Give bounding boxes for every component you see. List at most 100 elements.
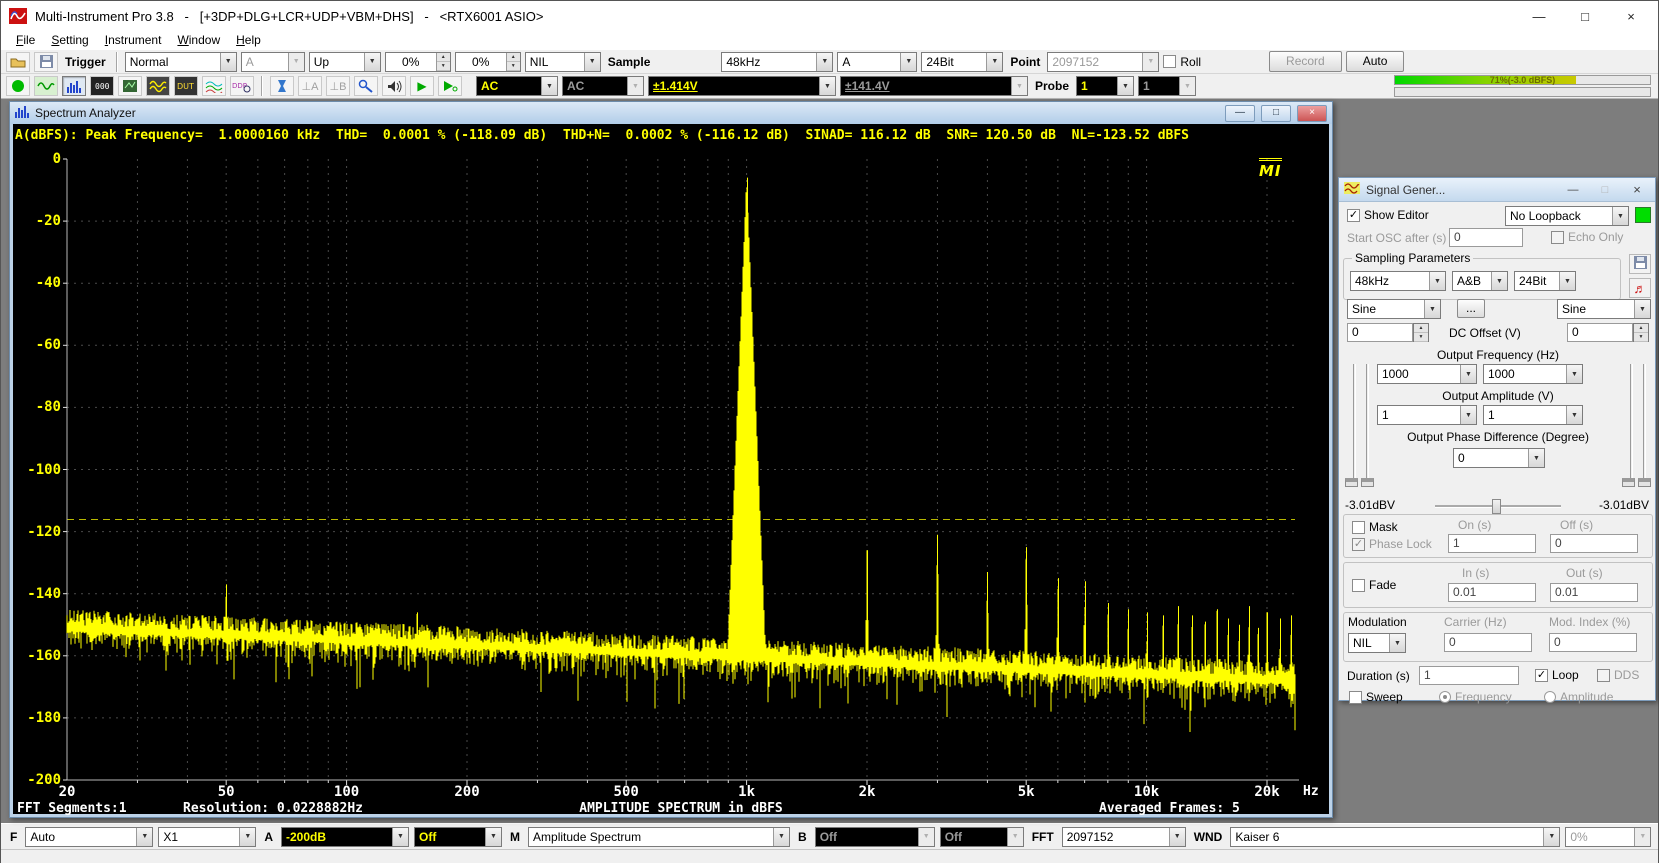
siggen-channels-select[interactable]: A&B▼ xyxy=(1452,271,1508,291)
spectrum-analyzer-icon[interactable] xyxy=(62,76,86,96)
start-osc-input[interactable]: 0 xyxy=(1449,228,1523,247)
dc-offset-a-spinner[interactable]: ▲▼ xyxy=(1413,323,1429,342)
roll-checkbox[interactable]: Roll xyxy=(1163,55,1201,69)
trigger-delay-spinner[interactable]: 0%▲▼ xyxy=(455,52,521,72)
auto-button[interactable]: Auto xyxy=(1346,51,1405,72)
slider-track[interactable] xyxy=(1643,364,1646,482)
b-mode-select[interactable]: Off▼ xyxy=(940,827,1024,847)
duration-input[interactable]: 1 xyxy=(1419,666,1519,685)
level-b-slider-handle[interactable] xyxy=(1638,478,1651,487)
menu-file[interactable]: File xyxy=(9,33,42,47)
spectrum-3d-icon[interactable] xyxy=(202,76,226,96)
sweep-frequency-radio[interactable]: Frequency xyxy=(1439,690,1512,704)
frequency-b-select[interactable]: 1000▼ xyxy=(1483,364,1583,384)
carrier-input[interactable]: 0 xyxy=(1444,633,1532,652)
waveform-icon[interactable] xyxy=(34,76,58,96)
mask-checkbox[interactable]: Mask xyxy=(1352,520,1398,534)
siggen-bits-select[interactable]: 24Bit▼ xyxy=(1514,271,1576,291)
trigger-source-select[interactable]: A▼ xyxy=(241,52,305,72)
coupling-a-select[interactable]: AC▼ xyxy=(476,76,558,96)
waveform-b-select[interactable]: Sine▼ xyxy=(1557,299,1651,319)
menu-setting[interactable]: Setting xyxy=(44,33,95,47)
level-b-slider-handle[interactable] xyxy=(1622,478,1635,487)
signal-generator-titlebar[interactable]: Signal Gener... — □ × xyxy=(1339,178,1655,202)
trigger-hpf-select[interactable]: NIL▼ xyxy=(525,52,601,72)
menu-window[interactable]: Window xyxy=(170,33,227,47)
loop-checkbox[interactable]: Loop xyxy=(1535,668,1579,682)
spectrum-maximize-button[interactable]: □ xyxy=(1261,105,1291,122)
waveform-a-select[interactable]: Sine▼ xyxy=(1347,299,1441,319)
siggen-close-button[interactable]: × xyxy=(1624,182,1650,197)
b-range-select[interactable]: Off▼ xyxy=(815,827,935,847)
menu-help[interactable]: Help xyxy=(229,33,268,47)
balance-slider-thumb[interactable] xyxy=(1492,499,1501,514)
sample-rate-select[interactable]: 48kHz▼ xyxy=(721,52,833,72)
reference-b-icon[interactable]: ⊥B xyxy=(326,76,350,96)
spectrum-plot[interactable]: MI Hz FFT Segments:1 Resolution: 0.02288… xyxy=(13,146,1329,816)
fft-size-select[interactable]: 2097152▼ xyxy=(1062,827,1186,847)
slider-track[interactable] xyxy=(1366,364,1369,482)
spectrum-minimize-button[interactable]: — xyxy=(1225,105,1255,122)
music-notes-icon[interactable]: ♬ xyxy=(1629,278,1651,298)
amplitude-a-select[interactable]: 1▼ xyxy=(1377,405,1477,425)
point-select[interactable]: 2097152▼ xyxy=(1047,52,1159,72)
record-button[interactable]: Record xyxy=(1269,51,1342,72)
run-single-icon[interactable] xyxy=(438,76,462,96)
save-wave-button[interactable] xyxy=(1629,254,1651,274)
maximize-button[interactable]: □ xyxy=(1566,9,1604,24)
save-icon[interactable] xyxy=(34,52,58,72)
sample-bits-select[interactable]: 24Bit▼ xyxy=(921,52,1003,72)
menu-instrument[interactable]: Instrument xyxy=(98,33,169,47)
sample-channel-select[interactable]: A▼ xyxy=(837,52,917,72)
close-button[interactable]: × xyxy=(1612,9,1650,24)
oscilloscope-icon[interactable] xyxy=(6,76,30,96)
show-editor-checkbox[interactable]: Show Editor xyxy=(1347,208,1429,222)
level-a-slider-handle[interactable] xyxy=(1345,478,1358,487)
dut-icon[interactable]: DUT xyxy=(174,76,198,96)
open-icon[interactable] xyxy=(6,52,30,72)
dc-offset-a-input[interactable]: 0 xyxy=(1347,323,1413,342)
spectrum-window-titlebar[interactable]: Spectrum Analyzer — □ × xyxy=(10,102,1332,124)
frequency-axis-select[interactable]: Auto▼ xyxy=(25,827,153,847)
a-mode-select[interactable]: Off▼ xyxy=(414,827,502,847)
zoom-select[interactable]: X1▼ xyxy=(158,827,256,847)
dds-checkbox[interactable]: DDS xyxy=(1597,668,1639,682)
wave-editor-button[interactable]: ... xyxy=(1457,299,1485,318)
slider-track[interactable] xyxy=(1630,364,1633,482)
output-on-button[interactable] xyxy=(1635,207,1651,223)
range-b-select[interactable]: ±141.4V▼ xyxy=(840,76,1028,96)
amplitude-b-select[interactable]: 1▼ xyxy=(1483,405,1583,425)
coupling-b-select[interactable]: AC▼ xyxy=(562,76,644,96)
reference-a-icon[interactable]: ⊥A xyxy=(298,76,322,96)
trigger-mode-select[interactable]: Normal▼ xyxy=(125,52,237,72)
frequency-a-select[interactable]: 1000▼ xyxy=(1377,364,1477,384)
fade-out-input[interactable]: 0.01 xyxy=(1550,583,1638,602)
calibration-icon[interactable] xyxy=(354,76,378,96)
sound-icon[interactable] xyxy=(382,76,406,96)
hold-icon[interactable] xyxy=(270,76,294,96)
mod-index-input[interactable]: 0 xyxy=(1549,633,1637,652)
minimize-button[interactable]: — xyxy=(1520,9,1558,24)
phase-lock-checkbox[interactable]: Phase Lock xyxy=(1352,537,1432,551)
siggen-minimize-button[interactable]: — xyxy=(1560,184,1586,196)
sweep-checkbox[interactable]: Sweep xyxy=(1349,690,1403,704)
mask-off-input[interactable]: 0 xyxy=(1550,534,1638,553)
dc-offset-b-input[interactable]: 0 xyxy=(1567,323,1633,342)
siggen-maximize-button[interactable]: □ xyxy=(1592,184,1618,196)
echo-only-checkbox[interactable]: Echo Only xyxy=(1551,230,1623,244)
slider-track[interactable] xyxy=(1353,364,1356,482)
a-range-select[interactable]: -200dB▼ xyxy=(281,827,409,847)
ddp-viewer-icon[interactable]: DDP xyxy=(230,76,254,96)
trigger-level-spinner[interactable]: 0%▲▼ xyxy=(385,52,451,72)
range-a-select[interactable]: ±1.414V▼ xyxy=(648,76,836,96)
device-test-plan-icon[interactable] xyxy=(118,76,142,96)
spectrum-close-button[interactable]: × xyxy=(1297,105,1327,122)
probe-a-select[interactable]: 1▼ xyxy=(1076,76,1134,96)
overlap-select[interactable]: 0%▼ xyxy=(1565,827,1651,847)
multimeter-icon[interactable]: 000 xyxy=(90,76,114,96)
fade-in-input[interactable]: 0.01 xyxy=(1448,583,1536,602)
loopback-select[interactable]: No Loopback▼ xyxy=(1505,206,1629,226)
fade-checkbox[interactable]: Fade xyxy=(1352,578,1396,592)
mask-on-input[interactable]: 1 xyxy=(1448,534,1536,553)
measurement-mode-select[interactable]: Amplitude Spectrum▼ xyxy=(528,827,790,847)
